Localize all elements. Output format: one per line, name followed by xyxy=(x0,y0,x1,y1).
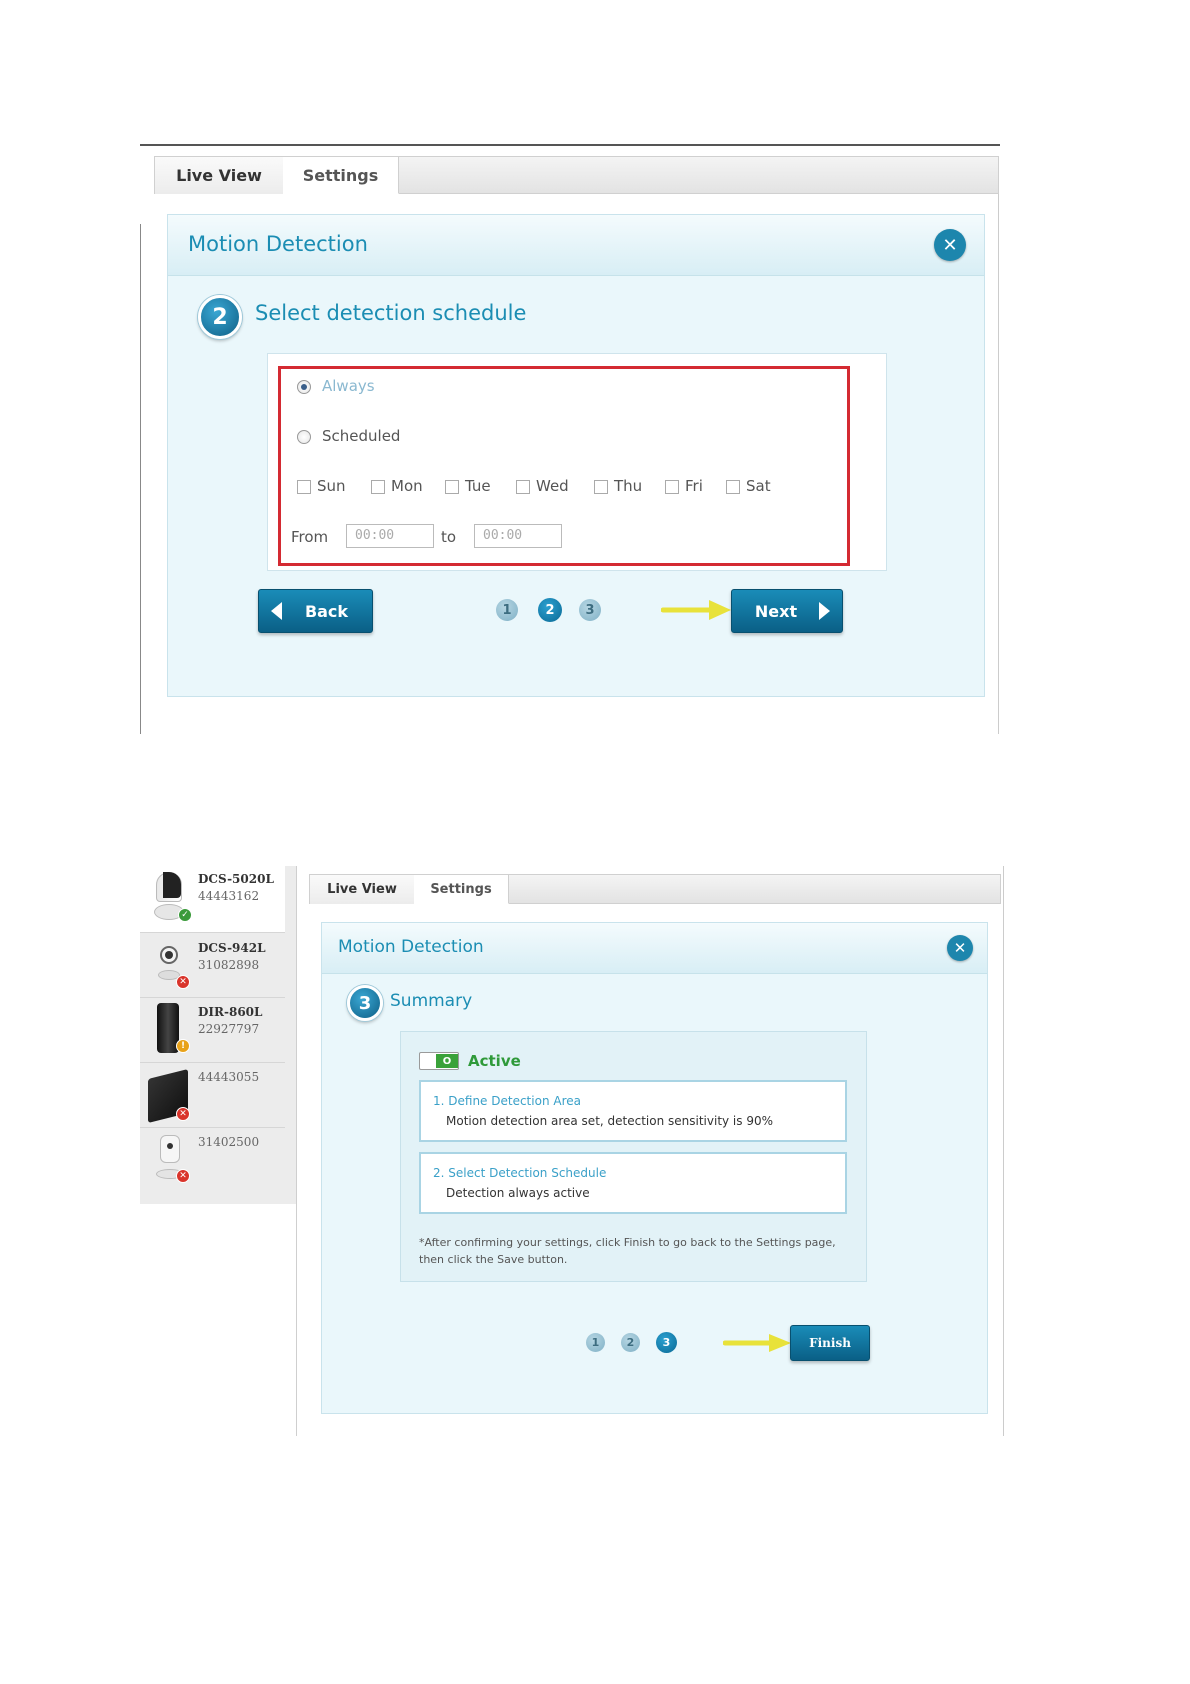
device-sidebar: ✓ DCS-5020L 44443162 ✕ DCS-942L 31082898… xyxy=(140,866,297,1204)
step-number-badge: 2 xyxy=(198,295,242,339)
status-error-icon: ✕ xyxy=(176,1169,190,1183)
checkbox-thu[interactable] xyxy=(594,480,608,494)
summary-heading: 1. Define Detection Area xyxy=(433,1094,581,1108)
screenshot-panel-summary: ✓ DCS-5020L 44443162 ✕ DCS-942L 31082898… xyxy=(140,866,1005,1436)
tab-live-view[interactable]: Live View xyxy=(155,157,284,194)
device-name: DCS-942L xyxy=(198,941,266,955)
status-ok-icon: ✓ xyxy=(178,908,192,922)
tab-bar: Live View Settings xyxy=(154,156,999,194)
checkbox-sat[interactable] xyxy=(726,480,740,494)
confirmation-note: *After confirming your settings, click F… xyxy=(419,1236,836,1266)
day-label-sat: Sat xyxy=(746,477,771,495)
radio-always[interactable] xyxy=(297,380,311,394)
checkbox-wed[interactable] xyxy=(516,480,530,494)
right-rule-2 xyxy=(1003,866,1004,1436)
pager-dot-3[interactable]: 3 xyxy=(656,1332,677,1353)
sidebar-divider xyxy=(296,1204,297,1436)
tab-settings[interactable]: Settings xyxy=(283,157,399,194)
tab-bar: Live View Settings xyxy=(309,874,1001,904)
next-arrow-icon xyxy=(819,602,830,620)
tab-live-view[interactable]: Live View xyxy=(310,875,415,904)
back-label: Back xyxy=(304,601,349,621)
schedule-options-box: Always Scheduled Sun Mon Tue Wed Thu Fri… xyxy=(267,353,887,571)
status-warning-icon: ! xyxy=(176,1039,190,1053)
checkbox-sun[interactable] xyxy=(297,480,311,494)
back-button[interactable]: Back xyxy=(258,589,373,633)
checkbox-fri[interactable] xyxy=(665,480,679,494)
tab-settings[interactable]: Settings xyxy=(414,875,509,904)
next-button[interactable]: Next xyxy=(731,589,843,633)
day-label-tue: Tue xyxy=(465,477,491,495)
back-arrow-icon xyxy=(271,602,282,620)
finish-button[interactable]: Finish xyxy=(790,1325,870,1361)
toggle-knob: O xyxy=(436,1054,458,1068)
device-item[interactable]: ! DIR-860L 22927797 xyxy=(140,997,285,1063)
to-time-input[interactable]: 00:00 xyxy=(474,524,562,548)
device-name: DIR-860L xyxy=(198,1005,263,1019)
pager-dot-1[interactable]: 1 xyxy=(496,599,518,621)
pager-dot-1[interactable]: 1 xyxy=(586,1333,605,1352)
device-name: DCS-5020L xyxy=(198,872,274,886)
left-rule xyxy=(140,224,141,734)
motion-detection-dialog: Motion Detection ✕ 3 Summary O Active 1.… xyxy=(321,922,988,1414)
device-item[interactable]: ✕ 44443055 xyxy=(140,1062,285,1128)
device-item[interactable]: ✓ DCS-5020L 44443162 xyxy=(140,866,285,933)
summary-item: 1. Define Detection Area Motion detectio… xyxy=(419,1080,847,1142)
active-label: Active xyxy=(468,1052,521,1070)
next-label: Next xyxy=(754,601,798,621)
radio-scheduled[interactable] xyxy=(297,430,311,444)
step-number-badge: 3 xyxy=(347,985,383,1021)
top-rule xyxy=(140,144,1000,146)
status-error-icon: ✕ xyxy=(176,1107,190,1121)
close-icon[interactable]: ✕ xyxy=(934,229,966,261)
device-item[interactable]: ✕ DCS-942L 31082898 xyxy=(140,932,285,998)
dialog-title: Motion Detection xyxy=(338,937,484,957)
day-label-fri: Fri xyxy=(685,477,703,495)
right-rule xyxy=(998,156,999,734)
yellow-arrow-icon xyxy=(661,600,731,620)
step-title: Summary xyxy=(390,991,473,1011)
motion-detection-dialog: Motion Detection ✕ 2 Select detection sc… xyxy=(167,214,985,697)
checkbox-tue[interactable] xyxy=(445,480,459,494)
day-label-wed: Wed xyxy=(536,477,569,495)
day-label-mon: Mon xyxy=(391,477,423,495)
yellow-arrow-icon xyxy=(723,1334,791,1352)
active-toggle[interactable]: O xyxy=(419,1052,459,1070)
device-id: 44443162 xyxy=(198,889,260,903)
dialog-title: Motion Detection xyxy=(188,232,368,256)
always-label: Always xyxy=(322,377,375,395)
summary-text: Detection always active xyxy=(446,1186,590,1200)
summary-heading: 2. Select Detection Schedule xyxy=(433,1166,607,1180)
device-id: 31082898 xyxy=(198,958,260,972)
day-label-sun: Sun xyxy=(317,477,346,495)
status-error-icon: ✕ xyxy=(176,975,190,989)
device-id: 44443055 xyxy=(198,1070,260,1084)
device-id: 22927797 xyxy=(198,1022,260,1036)
pager-dot-3[interactable]: 3 xyxy=(579,599,601,621)
device-id: 31402500 xyxy=(198,1135,260,1149)
step-title: Select detection schedule xyxy=(255,301,527,325)
summary-text: Motion detection area set, detection sen… xyxy=(446,1114,774,1128)
device-item[interactable]: ✕ 31402500 xyxy=(140,1127,285,1192)
summary-item: 2. Select Detection Schedule Detection a… xyxy=(419,1152,847,1214)
close-icon[interactable]: ✕ xyxy=(947,935,973,961)
pager-dot-2[interactable]: 2 xyxy=(538,598,562,622)
from-label: From xyxy=(291,528,329,546)
screenshot-panel-schedule: Live View Settings Motion Detection ✕ 2 … xyxy=(140,144,1000,734)
checkbox-mon[interactable] xyxy=(371,480,385,494)
day-label-thu: Thu xyxy=(614,477,643,495)
dialog-header: Motion Detection ✕ xyxy=(322,923,987,974)
scheduled-label: Scheduled xyxy=(322,427,401,445)
summary-container: O Active 1. Define Detection Area Motion… xyxy=(400,1031,867,1282)
to-label: to xyxy=(441,528,457,546)
from-time-input[interactable]: 00:00 xyxy=(346,524,434,548)
pager-dot-2[interactable]: 2 xyxy=(621,1333,640,1352)
dialog-header: Motion Detection ✕ xyxy=(168,215,984,276)
